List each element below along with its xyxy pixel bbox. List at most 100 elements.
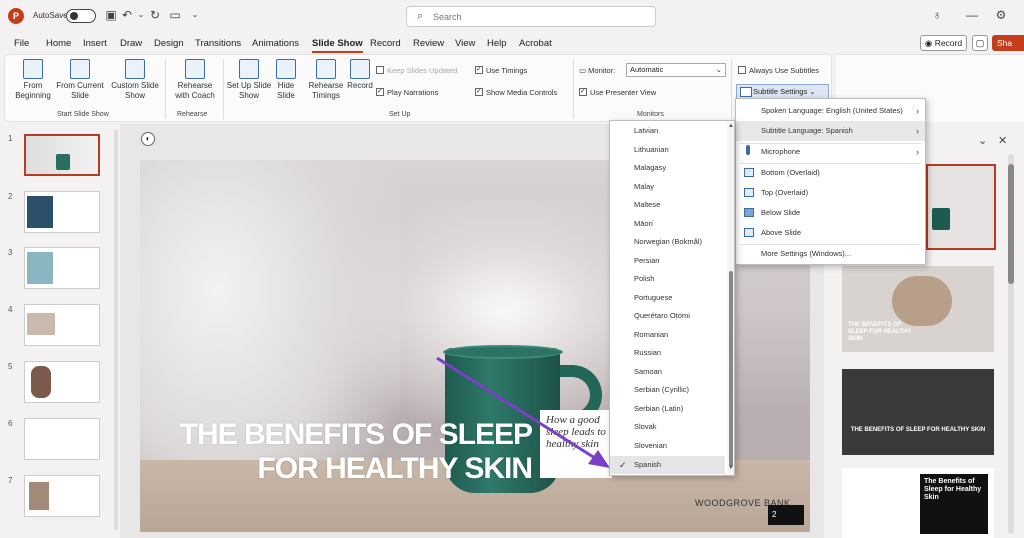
tab-record[interactable]: Record xyxy=(370,38,401,49)
language-option[interactable]: Lithuanian xyxy=(610,141,725,159)
slide-thumbnail-2[interactable] xyxy=(24,191,100,233)
language-option[interactable]: Russian xyxy=(610,344,725,362)
keep-slides-updated-checkbox[interactable]: Keep Slides Updated xyxy=(376,66,457,75)
bottom-overlaid-icon xyxy=(744,168,754,177)
tab-draw[interactable]: Draw xyxy=(120,38,142,49)
use-timings-checkbox[interactable]: Use Timings xyxy=(475,66,527,75)
thumbnail-scrollbar[interactable] xyxy=(114,130,118,530)
tab-insert[interactable]: Insert xyxy=(83,38,107,49)
present-icon[interactable]: ▭ xyxy=(168,8,182,22)
language-option[interactable]: Slovenian xyxy=(610,437,725,455)
search-box[interactable]: ⌕ Search xyxy=(406,6,656,27)
from-current-slide-button[interactable]: From Current Slide xyxy=(55,59,105,101)
chevron-down-icon[interactable]: ⌄ xyxy=(978,134,987,147)
language-list-scroll-thumb[interactable] xyxy=(729,271,733,467)
minimize-icon[interactable]: — xyxy=(965,8,979,22)
autosave-toggle[interactable] xyxy=(66,9,96,23)
tab-acrobat[interactable]: Acrobat xyxy=(519,38,552,49)
group-label-setup: Set Up xyxy=(389,111,411,118)
comments-icon[interactable]: ▢ xyxy=(972,35,988,51)
menu-item-subtitle-language[interactable]: Subtitle Language: Spanish › xyxy=(736,121,925,141)
language-option[interactable]: Serbian (Cyrillic) xyxy=(610,381,725,399)
tab-review[interactable]: Review xyxy=(413,38,444,49)
hide-slide-button[interactable]: Hide Slide xyxy=(271,59,301,101)
menu-item-top-overlaid[interactable]: Top (Overlaid) xyxy=(736,183,925,203)
language-option[interactable]: Romanian xyxy=(610,326,725,344)
menu-item-microphone[interactable]: Microphone › xyxy=(736,142,925,162)
slide-thumbnail-3[interactable] xyxy=(24,247,100,289)
group-label-rehearse: Rehearse xyxy=(177,111,208,118)
record-button[interactable]: ◉ Record xyxy=(920,35,967,51)
tab-view[interactable]: View xyxy=(455,38,475,49)
play-narrations-checkbox[interactable]: Play Narrations xyxy=(376,88,438,97)
preview-slide-4[interactable]: The Benefits of Sleep for Healthy Skin xyxy=(842,468,994,538)
always-use-subtitles-checkbox[interactable]: Always Use Subtitles xyxy=(738,66,819,75)
menu-item-above-slide[interactable]: Above Slide xyxy=(736,223,925,243)
chevron-down-icon: ⌄ xyxy=(809,87,816,96)
preview-slide-1[interactable] xyxy=(926,164,996,250)
menu-item-more-settings[interactable]: More Settings (Windows)... xyxy=(736,244,925,264)
tab-file[interactable]: File xyxy=(14,38,29,49)
monitor-label: ▭ Monitor: xyxy=(579,66,615,75)
slide-thumbnail-4[interactable] xyxy=(24,304,100,346)
set-up-slide-show-button[interactable]: Set Up Slide Show xyxy=(225,59,273,101)
save-icon[interactable]: ▣ xyxy=(104,8,118,22)
custom-slide-show-button[interactable]: Custom Slide Show xyxy=(109,59,161,101)
tab-help[interactable]: Help xyxy=(487,38,507,49)
tab-home[interactable]: Home xyxy=(46,38,71,49)
custom-show-label: Custom Slide Show xyxy=(111,81,159,100)
undo-icon[interactable]: ↶ xyxy=(120,8,134,22)
tab-transitions[interactable]: Transitions xyxy=(195,38,241,49)
scroll-up-icon[interactable]: ▲ xyxy=(728,123,734,129)
share-button[interactable]: Sha xyxy=(992,35,1024,51)
language-option-selected[interactable]: Spanish xyxy=(610,456,725,474)
tab-design[interactable]: Design xyxy=(154,38,184,49)
menu-item-bottom-overlaid[interactable]: Bottom (Overlaid) xyxy=(736,163,925,183)
preview-slide-3[interactable]: THE BENEFITS OF SLEEP FOR HEALTHY SKIN xyxy=(842,369,994,455)
lightbulb-icon[interactable]: ♁ xyxy=(930,8,944,22)
rehearse-with-coach-button[interactable]: Rehearse with Coach xyxy=(171,59,219,101)
language-option[interactable]: Querétaro Otomi xyxy=(610,307,725,325)
language-option[interactable]: Māori xyxy=(610,215,725,233)
custom-show-icon xyxy=(125,59,145,79)
monitor-select[interactable]: Automatic ⌄ xyxy=(626,63,726,77)
subtitle-settings-button[interactable]: Subtitle Settings ⌄ xyxy=(736,84,829,99)
tab-animations[interactable]: Animations xyxy=(252,38,299,49)
menu-item-spoken-language[interactable]: Spoken Language: English (United States)… xyxy=(736,101,925,121)
language-option[interactable]: Malay xyxy=(610,178,725,196)
undo-dropdown-icon[interactable]: ⌄ xyxy=(134,8,148,22)
slide-thumbnail-5[interactable] xyxy=(24,361,100,403)
preview-scrollbar[interactable] xyxy=(1008,154,1014,534)
language-option[interactable]: Serbian (Latin) xyxy=(610,400,725,418)
settings-icon[interactable]: ⚙ xyxy=(994,8,1008,22)
language-option[interactable]: Portuguese xyxy=(610,289,725,307)
customize-toolbar-icon[interactable]: ⌄ xyxy=(188,8,202,22)
designer-icon[interactable]: ◐ xyxy=(141,132,155,146)
rehearse-coach-label: Rehearse with Coach xyxy=(175,81,215,100)
slide-thumbnail-1[interactable] xyxy=(24,134,100,176)
show-media-controls-checkbox[interactable]: Show Media Controls xyxy=(475,88,557,97)
slide-thumbnail-6[interactable] xyxy=(24,418,100,460)
use-presenter-view-checkbox[interactable]: Use Presenter View xyxy=(579,88,656,97)
record-ribbon-button[interactable]: Record xyxy=(345,59,375,91)
redo-icon[interactable]: ↻ xyxy=(148,8,162,22)
language-option[interactable]: Maltese xyxy=(610,196,725,214)
monitor-select-value: Automatic xyxy=(630,65,664,74)
language-option[interactable]: Latvian xyxy=(610,122,725,140)
preview-slide-2[interactable]: THE BENEFITS OF SLEEP FOR HEALTHY SKIN xyxy=(842,266,994,352)
search-placeholder: Search xyxy=(433,12,462,22)
scroll-down-icon[interactable]: ▼ xyxy=(728,465,734,471)
close-icon[interactable]: ✕ xyxy=(998,134,1007,147)
group-label-monitors: Monitors xyxy=(637,111,664,118)
menu-item-below-slide[interactable]: Below Slide xyxy=(736,203,925,223)
from-beginning-button[interactable]: From Beginning xyxy=(11,59,55,101)
language-option[interactable]: Samoan xyxy=(610,363,725,381)
language-option[interactable]: Persian xyxy=(610,252,725,270)
tab-slide-show[interactable]: Slide Show xyxy=(312,38,363,53)
language-option[interactable]: Malagasy xyxy=(610,159,725,177)
rehearse-timings-button[interactable]: Rehearse Timings xyxy=(305,59,347,101)
language-option[interactable]: Polish xyxy=(610,270,725,288)
language-option[interactable]: Slovak xyxy=(610,418,725,436)
language-option[interactable]: Norwegian (Bokmål) xyxy=(610,233,725,251)
slide-thumbnail-7[interactable] xyxy=(24,475,100,517)
